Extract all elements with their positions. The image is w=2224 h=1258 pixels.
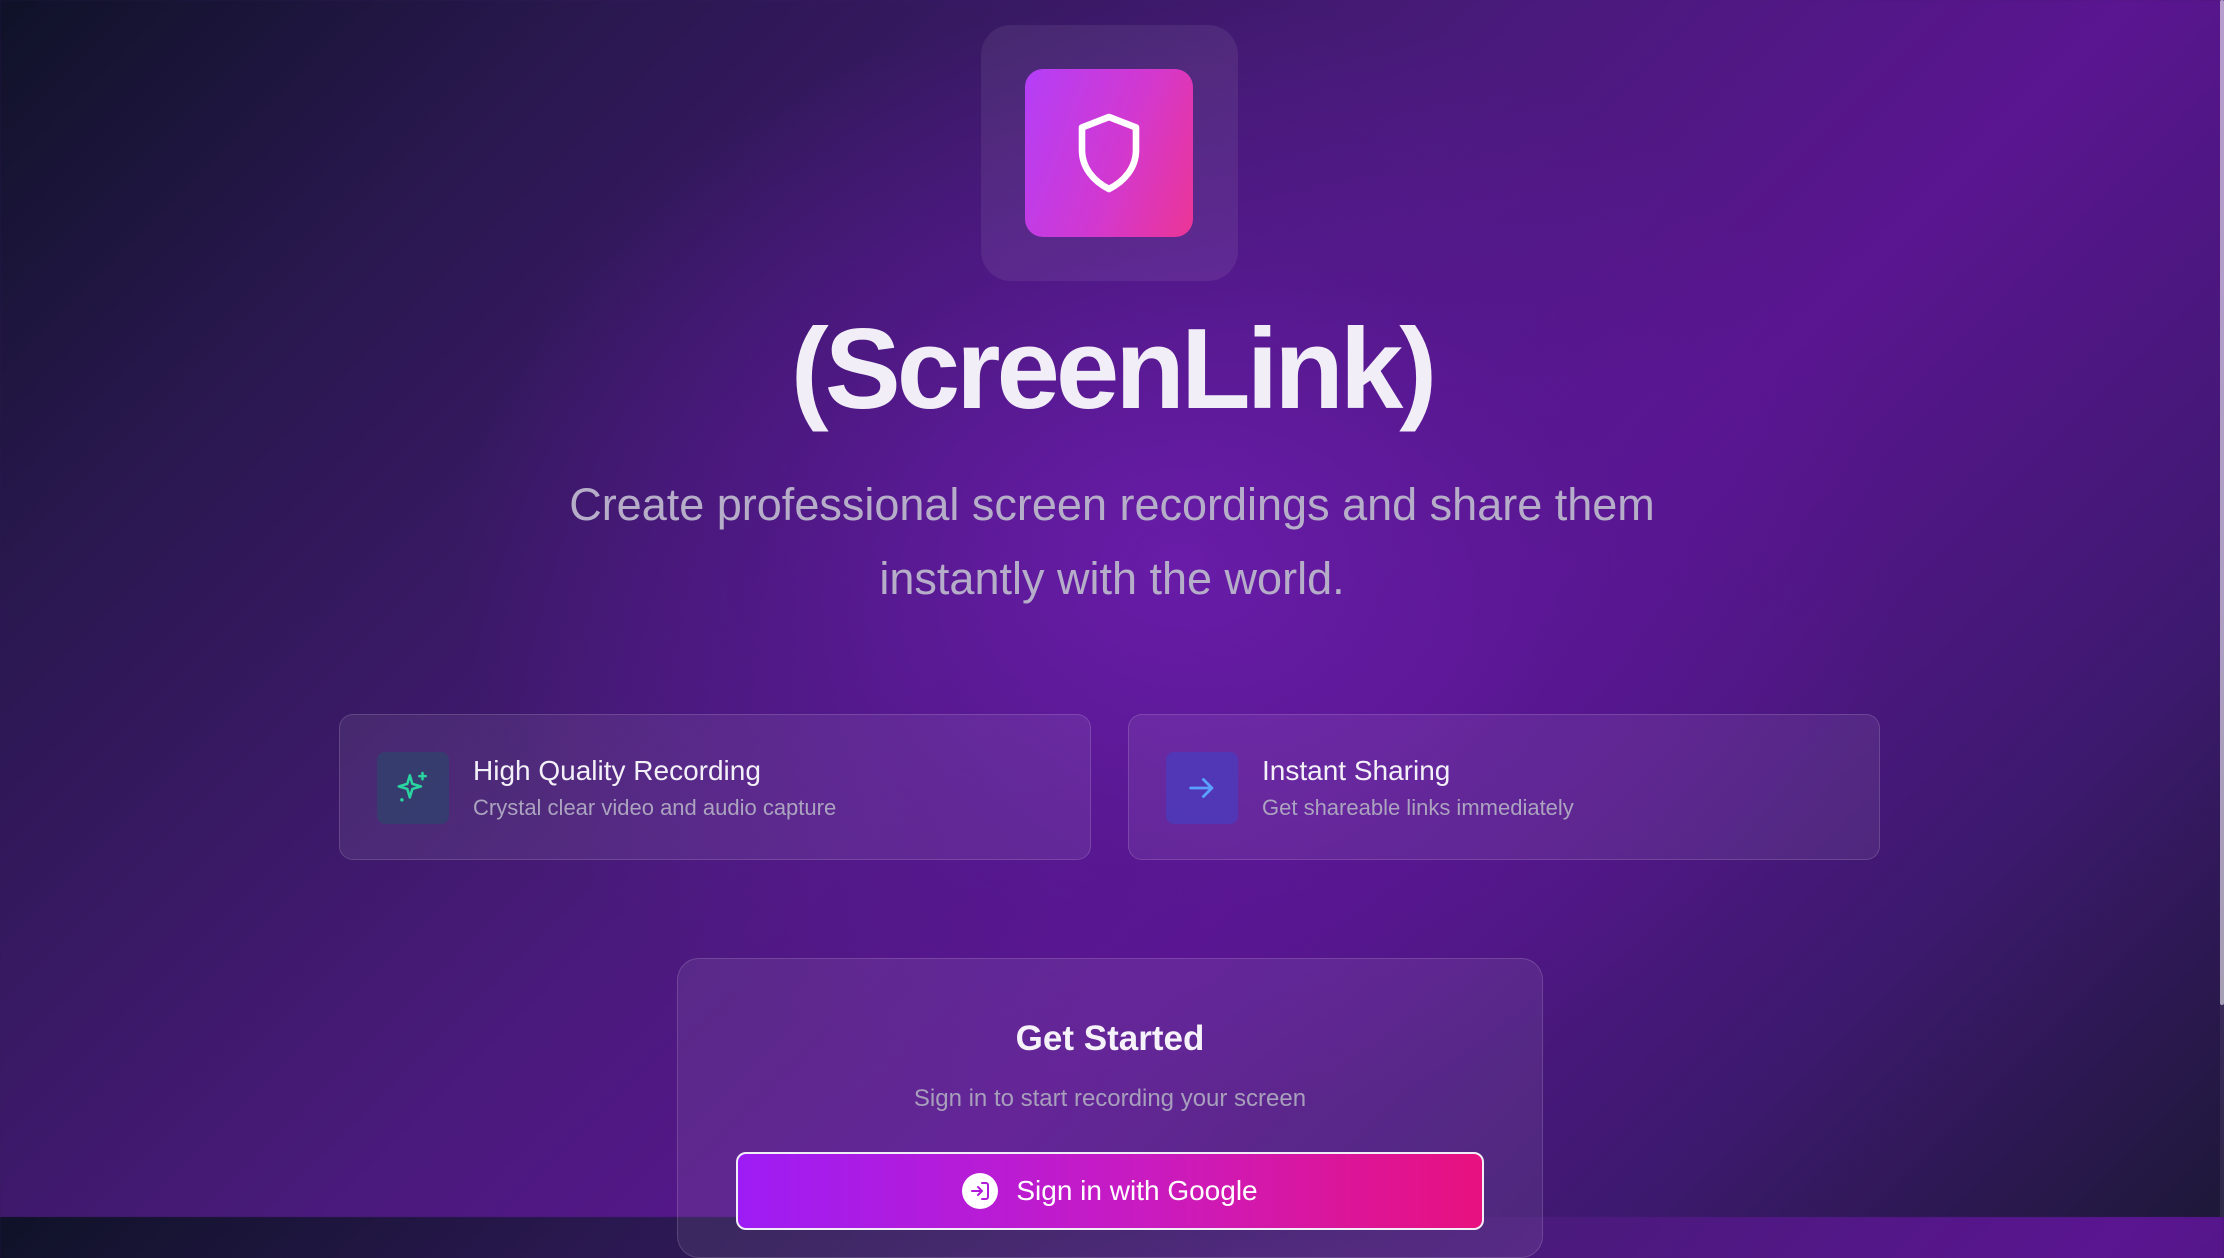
sign-in-icon	[962, 1173, 999, 1209]
feature-card-recording: High Quality Recording Crystal clear vid…	[339, 714, 1091, 860]
feature-description: Get shareable links immediately	[1262, 795, 1574, 820]
arrow-right-icon	[1189, 778, 1214, 798]
shield-icon	[1078, 113, 1140, 193]
tagline: Create professional screen recordings an…	[512, 468, 1712, 616]
signin-card: Get Started Sign in to start recording y…	[677, 958, 1543, 1258]
logo-container	[981, 25, 1238, 281]
sign-in-button-label: Sign in with Google	[1016, 1175, 1258, 1206]
feature-icon-box	[377, 752, 449, 824]
feature-description: Crystal clear video and audio capture	[473, 795, 837, 820]
sign-in-google-button[interactable]: Sign in with Google	[736, 1152, 1484, 1230]
feature-title: High Quality Recording	[473, 755, 761, 786]
signin-title: Get Started	[1015, 1019, 1205, 1058]
signin-subtitle: Sign in to start recording your screen	[913, 1085, 1307, 1112]
feature-title: Instant Sharing	[1262, 755, 1451, 786]
tagline-line-1: Create professional screen recordings an…	[569, 479, 1655, 530]
sparkles-icon	[397, 771, 427, 802]
app-logo	[1025, 69, 1193, 237]
scrollbar-thumb[interactable]	[2220, 0, 2224, 1005]
tagline-line-2: instantly with the world.	[879, 553, 1345, 604]
app-title: (ScreenLink)	[790, 306, 1438, 433]
feature-card-sharing: Instant Sharing Get shareable links imme…	[1128, 714, 1880, 860]
feature-icon-box	[1166, 752, 1238, 824]
